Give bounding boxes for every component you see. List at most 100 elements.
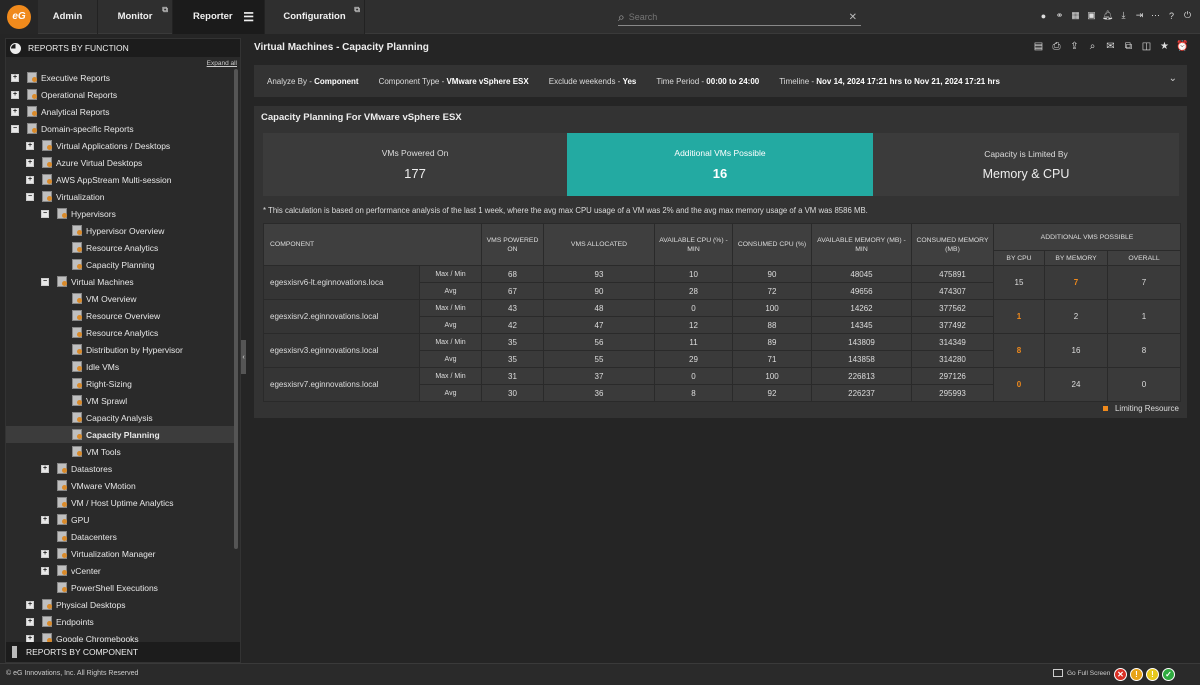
tree-item-hypervisor-resource-analytics[interactable]: Resource Analytics	[6, 239, 234, 256]
expand-icon[interactable]: +	[41, 566, 49, 575]
link-icon[interactable]: ⚭	[1055, 10, 1064, 21]
component-name[interactable]: egesxisrv2.eginnovations.local	[263, 299, 420, 334]
tree-item-virtualization-manager[interactable]: + Virtualization Manager	[6, 545, 234, 562]
tree-item-physical-desktops[interactable]: + Physical Desktops	[6, 596, 234, 613]
tree-item-resource-overview[interactable]: Resource Overview	[6, 307, 234, 324]
filter-summary-bar[interactable]: Analyze By - Component Component Type - …	[254, 65, 1187, 97]
cell-cons-mem: 377562	[911, 299, 994, 317]
tree-item-virtual-machines[interactable]: − Virtual Machines	[6, 273, 234, 290]
collapse-icon[interactable]: −	[11, 124, 19, 133]
expand-icon[interactable]: +	[11, 107, 19, 116]
sidebar-collapse-handle[interactable]: ‹	[241, 340, 246, 374]
expand-icon[interactable]: +	[26, 175, 34, 184]
expand-icon[interactable]: +	[26, 158, 34, 167]
report-icon	[57, 582, 67, 593]
collapse-icon[interactable]: −	[41, 209, 49, 218]
tree-item-distribution-by-hypervisor[interactable]: Distribution by Hypervisor	[6, 341, 234, 358]
component-name[interactable]: egesxisrv7.eginnovations.local	[263, 367, 420, 402]
tree-item-executive-reports[interactable]: + Executive Reports	[6, 69, 234, 86]
expand-icon[interactable]: +	[26, 141, 34, 150]
pdf-icon[interactable]: ⎙	[1051, 41, 1062, 52]
schedule-icon[interactable]: ◫	[1141, 41, 1152, 52]
expand-icon[interactable]: +	[41, 515, 49, 524]
nav-tab-configuration[interactable]: Configuration ⧉	[265, 0, 365, 34]
component-name[interactable]: egesxisrv6-lt.eginnovations.loca	[263, 265, 420, 300]
expand-icon[interactable]: +	[11, 73, 19, 82]
tree-item-aws-appstream[interactable]: + AWS AppStream Multi-session	[6, 171, 234, 188]
tree-item-uptime-analytics[interactable]: VM / Host Uptime Analytics	[6, 494, 234, 511]
favorite-star-icon[interactable]: ★	[1159, 41, 1170, 52]
tree-item-vcenter[interactable]: + vCenter	[6, 562, 234, 579]
tree-item-label: Distribution by Hypervisor	[86, 344, 183, 355]
tree-item-vm-tools[interactable]: VM Tools	[6, 443, 234, 460]
report-icon	[57, 480, 67, 491]
user-icon[interactable]: ●	[1039, 10, 1048, 21]
power-icon[interactable]: ⏻	[1183, 10, 1192, 21]
tree-item-gpu[interactable]: + GPU	[6, 511, 234, 528]
tree-item-analytical-reports[interactable]: + Analytical Reports	[6, 103, 234, 120]
collapse-icon[interactable]: −	[41, 277, 49, 286]
tree-item-virtualization[interactable]: − Virtualization	[6, 188, 234, 205]
nav-tab-admin[interactable]: Admin	[38, 0, 98, 34]
email-icon[interactable]: ✉	[1105, 41, 1116, 52]
nav-tab-monitor[interactable]: Monitor ⧉	[98, 0, 173, 34]
search-report-icon[interactable]: ⌕	[1087, 41, 1098, 52]
panel-title: Capacity Planning For VMware vSphere ESX	[261, 112, 462, 123]
more-icon[interactable]: ⋯	[1151, 10, 1160, 21]
expand-icon[interactable]: +	[41, 464, 49, 473]
tree-item-hypervisor-overview[interactable]: Hypervisor Overview	[6, 222, 234, 239]
chevron-down-icon[interactable]: ⌄	[1169, 73, 1177, 84]
expand-all-link[interactable]: Expand all	[207, 60, 237, 67]
help-icon[interactable]: ?	[1167, 10, 1176, 21]
tree-item-hypervisors[interactable]: − Hypervisors	[6, 205, 234, 222]
collapse-icon[interactable]: −	[26, 192, 34, 201]
logout-icon[interactable]: ⇥	[1135, 10, 1144, 21]
critical-alarm-icon[interactable]: ✕	[1114, 668, 1127, 681]
tree-item-virtual-applications[interactable]: + Virtual Applications / Desktops	[6, 137, 234, 154]
expand-icon[interactable]: +	[11, 90, 19, 99]
tree-item-vm-resource-analytics[interactable]: Resource Analytics	[6, 324, 234, 341]
search-input[interactable]	[628, 12, 849, 22]
minor-alarm-icon[interactable]: !	[1146, 668, 1159, 681]
tree-item-azure-virtual-desktops[interactable]: + Azure Virtual Desktops	[6, 154, 234, 171]
filter-component-type: Component Type - VMware vSphere ESX	[379, 77, 529, 86]
go-full-screen-button[interactable]: Go Full Screen	[1053, 669, 1110, 677]
tree-item-vmware-vmotion[interactable]: VMware VMotion	[6, 477, 234, 494]
expand-icon[interactable]: +	[41, 549, 49, 558]
sidebar-header[interactable]: REPORTS BY FUNCTION	[6, 39, 240, 57]
layout-icon[interactable]: ▣	[1087, 10, 1096, 21]
copy-icon[interactable]: ⧉	[1123, 41, 1134, 52]
tree-item-hypervisor-capacity-planning[interactable]: Capacity Planning	[6, 256, 234, 273]
tree-item-capacity-analysis[interactable]: Capacity Analysis	[6, 409, 234, 426]
tree-item-vm-capacity-planning[interactable]: Capacity Planning	[6, 426, 234, 443]
tree-item-powershell-executions[interactable]: PowerShell Executions	[6, 579, 234, 596]
external-link-icon: ⧉	[162, 4, 168, 14]
expand-icon[interactable]: +	[26, 617, 34, 626]
component-name[interactable]: egesxisrv3.eginnovations.local	[263, 333, 420, 368]
expand-icon[interactable]: +	[26, 600, 34, 609]
hamburger-menu-icon[interactable]: ☰	[243, 10, 254, 24]
tree-item-endpoints[interactable]: + Endpoints	[6, 613, 234, 630]
alarm-clock-icon[interactable]: ⏰	[1176, 41, 1188, 52]
tree-item-datacenters[interactable]: Datacenters	[6, 528, 234, 545]
major-alarm-icon[interactable]: !	[1130, 668, 1143, 681]
tree-item-vm-sprawl[interactable]: VM Sprawl	[6, 392, 234, 409]
bell-icon[interactable]: 🔔︎	[1102, 10, 1113, 21]
report-settings-icon[interactable]: ▤	[1033, 41, 1044, 52]
tree-item-idle-vms[interactable]: Idle VMs	[6, 358, 234, 375]
download-icon[interactable]: ⤓	[1119, 10, 1128, 21]
tree-item-operational-reports[interactable]: + Operational Reports	[6, 86, 234, 103]
tree-item-datastores[interactable]: + Datastores	[6, 460, 234, 477]
eg-logo[interactable]: eG	[0, 0, 38, 34]
export-icon[interactable]: ⇪	[1069, 41, 1080, 52]
clear-search-icon[interactable]: ✕	[849, 12, 857, 23]
tree-item-vm-overview[interactable]: VM Overview	[6, 290, 234, 307]
cell-cons-mem: 475891	[911, 265, 994, 283]
grid-icon[interactable]: ▦	[1071, 10, 1080, 21]
reports-by-component-header[interactable]: REPORTS BY COMPONENT	[6, 642, 240, 662]
tree-item-right-sizing[interactable]: Right-Sizing	[6, 375, 234, 392]
nav-tab-reporter[interactable]: Reporter ☰	[173, 0, 265, 34]
sidebar-scrollbar[interactable]	[234, 69, 238, 549]
tree-item-domain-specific-reports[interactable]: − Domain-specific Reports	[6, 120, 234, 137]
normal-status-icon[interactable]: ✓	[1162, 668, 1175, 681]
